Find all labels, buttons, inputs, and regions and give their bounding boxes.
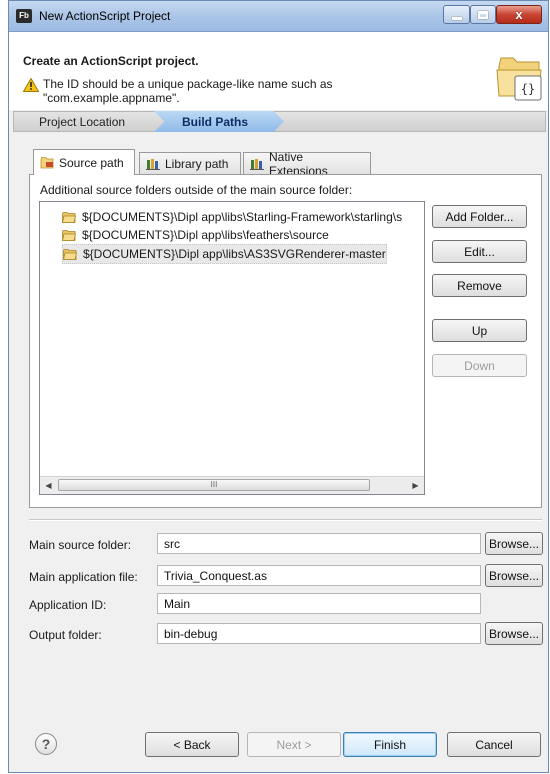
library-icon [146, 158, 160, 170]
add-folder-button[interactable]: Add Folder... [432, 205, 527, 228]
folder-banner-icon: {} [496, 57, 542, 101]
help-icon[interactable]: ? [35, 733, 57, 755]
folder-icon [63, 248, 77, 260]
validation-message: The ID should be a unique package-like n… [43, 77, 333, 105]
back-button[interactable]: < Back [145, 732, 239, 757]
native-extension-icon [250, 158, 264, 170]
tab-native-extensions[interactable]: Native Extensions [243, 150, 371, 178]
tab-source-path[interactable]: Source path [33, 149, 135, 175]
source-folder-list[interactable]: ${DOCUMENTS}\Dipl app\libs\Starling-Fram… [39, 201, 425, 495]
wizard-footer: ? < Back Next > Finish Cancel [9, 713, 548, 773]
browse-output-folder-button[interactable]: Browse... [485, 622, 543, 645]
application-id-label: Application ID: [29, 598, 107, 612]
browse-application-file-button[interactable]: Browse... [485, 564, 543, 587]
folder-path: ${DOCUMENTS}\Dipl app\libs\Starling-Fram… [82, 210, 403, 224]
minimize-button[interactable] [443, 5, 470, 24]
output-folder-label: Output folder: [29, 628, 102, 642]
banner-glyph: {} [521, 82, 535, 96]
minimize-icon [451, 17, 462, 20]
next-button[interactable]: Next > [247, 732, 341, 757]
main-application-file-label: Main application file: [29, 570, 138, 584]
folder-icon [62, 211, 76, 223]
folder-path: ${DOCUMENTS}\Dipl app\libs\feathers\sour… [82, 228, 329, 242]
up-button[interactable]: Up [432, 319, 527, 342]
source-path-icon [40, 156, 54, 168]
cancel-button[interactable]: Cancel [447, 732, 541, 757]
close-icon: x [515, 7, 523, 22]
wizard-header: Create an ActionScript project. The ID s… [9, 32, 548, 110]
horizontal-scrollbar[interactable]: ◀ III ▶ [40, 476, 424, 494]
warning-icon [23, 78, 39, 92]
breadcrumb-build-paths[interactable]: Build Paths [154, 111, 284, 132]
list-item[interactable]: ${DOCUMENTS}\Dipl app\libs\feathers\sour… [62, 226, 329, 244]
title-bar[interactable]: Fb New ActionScript Project x [9, 1, 548, 32]
remove-button[interactable]: Remove [432, 274, 527, 297]
scrollbar-thumb[interactable]: III [58, 479, 370, 491]
window-title: New ActionScript Project [39, 9, 171, 23]
breadcrumb-project-location[interactable]: Project Location [39, 115, 125, 129]
main-source-folder-input[interactable] [157, 533, 481, 554]
main-application-file-input[interactable] [157, 565, 481, 586]
folder-path: ${DOCUMENTS}\Dipl app\libs\AS3SVGRendere… [83, 247, 386, 261]
tab-library-path[interactable]: Library path [139, 152, 241, 174]
main-source-folder-label: Main source folder: [29, 538, 132, 552]
down-button[interactable]: Down [432, 354, 527, 377]
maximize-button[interactable] [470, 5, 496, 24]
breadcrumb-build-paths-label: Build Paths [182, 115, 249, 129]
output-folder-input[interactable] [157, 623, 481, 644]
tab-library-path-label: Library path [165, 156, 229, 171]
source-path-panel: Additional source folders outside of the… [29, 174, 542, 508]
scroll-left-icon[interactable]: ◀ [40, 477, 57, 494]
flash-builder-icon: Fb [16, 9, 32, 23]
list-item-selected[interactable]: ${DOCUMENTS}\Dipl app\libs\AS3SVGRendere… [62, 244, 387, 264]
folder-icon [62, 229, 76, 241]
edit-button[interactable]: Edit... [432, 240, 527, 263]
tab-source-path-label: Source path [59, 155, 124, 170]
dialog-window: Fb New ActionScript Project x Create an … [8, 0, 549, 773]
finish-button[interactable]: Finish [343, 732, 437, 757]
source-folders-label: Additional source folders outside of the… [40, 183, 353, 197]
browse-source-folder-button[interactable]: Browse... [485, 532, 543, 555]
list-item[interactable]: ${DOCUMENTS}\Dipl app\libs\Starling-Fram… [62, 208, 402, 226]
close-button[interactable]: x [496, 5, 542, 24]
separator [29, 519, 542, 521]
maximize-icon [478, 10, 488, 19]
breadcrumb: Project Location Build Paths [13, 111, 546, 132]
scroll-right-icon[interactable]: ▶ [407, 477, 424, 494]
application-id-input[interactable] [157, 593, 481, 614]
page-title: Create an ActionScript project. [23, 54, 199, 68]
